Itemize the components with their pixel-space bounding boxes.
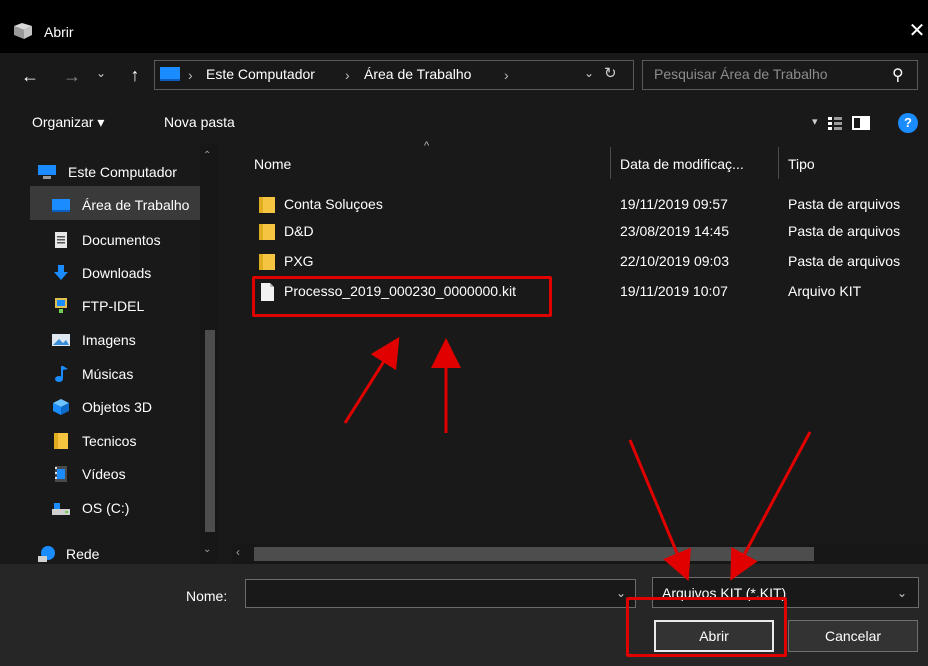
back-arrow-icon[interactable]: ←: [18, 65, 42, 87]
sidebar-item-label: Este Computador: [68, 164, 177, 180]
refresh-icon[interactable]: ↻: [604, 64, 617, 82]
sidebar-item-label: Imagens: [82, 332, 136, 348]
file-type: Pasta de arquivos: [788, 223, 901, 239]
recent-locations-chevron-icon[interactable]: ⌄: [96, 66, 114, 86]
sidebar-item-tecnicos[interactable]: Tecnicos: [30, 425, 212, 457]
search-placeholder: Pesquisar Área de Trabalho: [654, 66, 828, 82]
document-icon: [55, 232, 67, 248]
sidebar-item-desktop[interactable]: Área de Trabalho: [30, 189, 212, 221]
sidebar-item-label: Rede: [66, 546, 100, 562]
file-type: Pasta de arquivos: [788, 196, 901, 212]
forward-arrow-icon[interactable]: →: [60, 65, 84, 87]
file-name-dropdown-chevron-icon[interactable]: ⌄: [616, 586, 626, 600]
address-dropdown-chevron-icon[interactable]: ⌄: [584, 66, 594, 80]
annotation-highlight-file: [252, 276, 552, 317]
command-bar: [0, 100, 928, 144]
file-row[interactable]: Conta Soluçoes 19/11/2019 09:57 Pasta de…: [240, 191, 928, 219]
horizontal-scrollbar-thumb[interactable]: [254, 547, 814, 561]
folder-icon: [259, 254, 275, 270]
close-icon[interactable]: ✕: [906, 20, 928, 42]
scroll-down-icon[interactable]: ⌄: [203, 544, 211, 555]
sidebar-item-os-c[interactable]: OS (C:): [30, 492, 212, 524]
sort-ascending-icon: ^: [424, 140, 430, 152]
file-name-label: Nome:: [186, 588, 228, 604]
sidebar-item-this-pc[interactable]: Este Computador: [0, 156, 200, 188]
file-name: D&D: [284, 223, 314, 239]
sidebar-scrollbar-thumb[interactable]: [205, 330, 215, 532]
folder-icon: [259, 197, 275, 213]
file-name: PXG: [284, 253, 314, 269]
folder-icon: [259, 224, 275, 240]
column-header-date[interactable]: Data de modificaç...: [620, 156, 744, 172]
sidebar-item-videos[interactable]: Vídeos: [30, 458, 212, 490]
breadcrumb-this-pc[interactable]: Este Computador: [206, 66, 315, 82]
file-type: Pasta de arquivos: [788, 253, 901, 269]
sidebar-item-label: Tecnicos: [82, 433, 137, 449]
sidebar-item-label: Vídeos: [82, 466, 126, 482]
sidebar-item-label: Documentos: [82, 232, 161, 248]
file-date: 19/11/2019 09:57: [620, 196, 728, 212]
breadcrumb-separator: ›: [188, 67, 193, 83]
scroll-up-icon[interactable]: ⌃: [203, 150, 211, 161]
desktop-icon: [160, 67, 180, 81]
help-icon[interactable]: ?: [898, 113, 918, 133]
pictures-icon: [52, 334, 70, 346]
music-icon: [55, 366, 68, 382]
drive-icon: [52, 503, 70, 515]
column-header-type[interactable]: Tipo: [788, 156, 815, 172]
file-date: 23/08/2019 14:45: [620, 223, 729, 239]
sidebar-item-documents[interactable]: Documentos: [30, 224, 212, 256]
sidebar-item-ftp-idel[interactable]: FTP-IDEL: [30, 290, 212, 322]
sidebar-item-label: FTP-IDEL: [82, 298, 145, 314]
column-divider[interactable]: [610, 147, 611, 179]
app-icon: [14, 23, 32, 39]
sidebar-item-label: OS (C:): [82, 500, 130, 516]
up-arrow-icon[interactable]: ↑: [124, 64, 146, 86]
3d-objects-icon: [53, 399, 69, 415]
file-date: 19/11/2019 10:07: [620, 283, 728, 299]
sidebar-item-pictures[interactable]: Imagens: [30, 324, 212, 356]
file-date: 22/10/2019 09:03: [620, 253, 729, 269]
videos-icon: [55, 466, 67, 482]
cancel-button[interactable]: Cancelar: [788, 620, 918, 652]
new-folder-button[interactable]: Nova pasta: [164, 114, 235, 130]
file-name: Conta Soluçoes: [284, 196, 383, 212]
search-icon[interactable]: ⚲: [892, 65, 904, 85]
file-name-input[interactable]: [245, 579, 636, 608]
breadcrumb-separator[interactable]: ›: [345, 67, 350, 83]
computer-icon: [38, 165, 56, 179]
network-icon: [38, 546, 55, 562]
breadcrumb-desktop[interactable]: Área de Trabalho: [364, 66, 471, 82]
folder-icon: [54, 433, 68, 449]
preview-pane-icon[interactable]: [852, 116, 870, 130]
breadcrumb-separator[interactable]: ›: [504, 67, 509, 83]
sidebar-item-label: Músicas: [82, 366, 134, 382]
sidebar-item-label: Objetos 3D: [82, 399, 153, 415]
sidebar-item-label: Downloads: [82, 265, 152, 281]
sidebar-item-downloads[interactable]: Downloads: [30, 257, 212, 289]
file-row[interactable]: PXG 22/10/2019 09:03 Pasta de arquivos: [240, 248, 928, 276]
sidebar-item-label: Área de Trabalho: [82, 197, 190, 213]
sidebar-item-music[interactable]: Músicas: [30, 358, 212, 390]
filter-dropdown-chevron-icon[interactable]: ⌄: [897, 586, 907, 600]
title-bar: [0, 0, 928, 53]
annotation-highlight-open-button: [626, 597, 787, 657]
sidebar-item-3d-objects[interactable]: Objetos 3D: [30, 391, 212, 423]
file-row[interactable]: D&D 23/08/2019 14:45 Pasta de arquivos: [240, 218, 928, 246]
scroll-left-icon[interactable]: ‹: [236, 545, 240, 559]
download-icon: [54, 265, 68, 280]
column-divider[interactable]: [778, 147, 779, 179]
organize-menu-button[interactable]: Organizar ▾: [32, 114, 104, 131]
view-dropdown-chevron-icon[interactable]: ▾: [812, 115, 818, 128]
details-view-icon[interactable]: [828, 116, 848, 130]
file-type: Arquivo KIT: [788, 283, 862, 299]
column-header-name[interactable]: Nome: [254, 156, 291, 172]
desktop-icon: [52, 199, 70, 212]
network-location-icon: [55, 298, 67, 313]
window-title: Abrir: [44, 24, 74, 40]
